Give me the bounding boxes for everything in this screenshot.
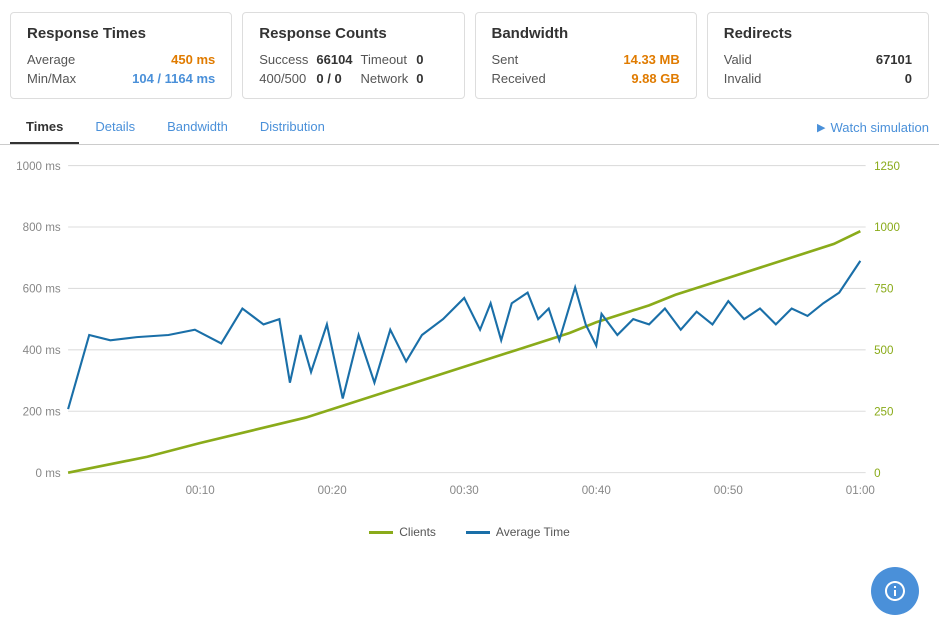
fab-button[interactable] [871,567,919,615]
svg-text:1250: 1250 [874,160,900,173]
watch-simulation-label: Watch simulation [831,120,930,135]
redirects-card: Redirects Valid 67101 Invalid 0 [707,12,929,99]
average-label: Average [27,52,75,67]
response-counts-card: Response Counts Success 66104 Timeout 0 … [242,12,464,99]
svg-text:00:20: 00:20 [318,484,348,497]
network-label: Network [361,71,409,86]
svg-text:400 ms: 400 ms [23,344,61,357]
clients-label: Clients [399,525,436,539]
success-label: Success [259,52,308,67]
response-times-title: Response Times [27,25,215,42]
fourxx-value: 0 / 0 [316,71,352,86]
received-value: 9.88 GB [631,71,679,86]
svg-text:600 ms: 600 ms [23,283,61,296]
average-time-label: Average Time [496,525,570,539]
svg-text:00:10: 00:10 [186,484,216,497]
svg-text:200 ms: 200 ms [23,405,61,418]
chart-container: 1000 ms 800 ms 600 ms 400 ms 200 ms 0 ms… [10,155,929,515]
svg-text:250: 250 [874,405,894,418]
minmax-label: Min/Max [27,71,76,86]
legend-clients: Clients [369,525,436,539]
svg-text:800 ms: 800 ms [23,221,61,234]
tab-distribution[interactable]: Distribution [244,111,341,144]
sent-value: 14.33 MB [623,52,679,67]
average-time-line-color [466,531,490,534]
svg-text:500: 500 [874,344,894,357]
svg-text:00:50: 00:50 [714,484,744,497]
bandwidth-card: Bandwidth Sent 14.33 MB Received 9.88 GB [475,12,697,99]
tab-details[interactable]: Details [79,111,151,144]
clients-line-color [369,531,393,534]
legend-average-time: Average Time [466,525,570,539]
valid-label: Valid [724,52,752,67]
network-value: 0 [416,71,447,86]
help-icon [883,579,907,603]
svg-text:0 ms: 0 ms [36,467,61,480]
bandwidth-title: Bandwidth [492,25,680,42]
svg-text:00:30: 00:30 [450,484,480,497]
valid-value: 67101 [876,52,912,67]
chart-svg: 1000 ms 800 ms 600 ms 400 ms 200 ms 0 ms… [10,155,929,515]
invalid-value: 0 [905,71,912,86]
svg-text:01:00: 01:00 [846,484,876,497]
svg-text:0: 0 [874,467,881,480]
average-value: 450 ms [171,52,215,67]
svg-text:750: 750 [874,283,894,296]
fourxx-label: 400/500 [259,71,308,86]
watch-simulation-button[interactable]: ▶ Watch simulation [817,120,929,135]
play-icon: ▶ [817,121,825,134]
sent-label: Sent [492,52,519,67]
received-label: Received [492,71,546,86]
timeout-value: 0 [416,52,447,67]
chart-legend: Clients Average Time [0,515,939,547]
timeout-label: Timeout [361,52,409,67]
success-value: 66104 [316,52,352,67]
svg-text:1000 ms: 1000 ms [16,160,61,173]
minmax-value: 104 / 1164 ms [132,71,215,86]
response-times-card: Response Times Average 450 ms Min/Max 10… [10,12,232,99]
tab-bandwidth[interactable]: Bandwidth [151,111,244,144]
svg-text:1000: 1000 [874,221,900,234]
svg-text:00:40: 00:40 [582,484,612,497]
response-counts-title: Response Counts [259,25,447,42]
tab-times[interactable]: Times [10,111,79,144]
invalid-label: Invalid [724,71,762,86]
redirects-title: Redirects [724,25,912,42]
top-cards-container: Response Times Average 450 ms Min/Max 10… [0,0,939,111]
tabs-bar: Times Details Bandwidth Distribution ▶ W… [0,111,939,145]
